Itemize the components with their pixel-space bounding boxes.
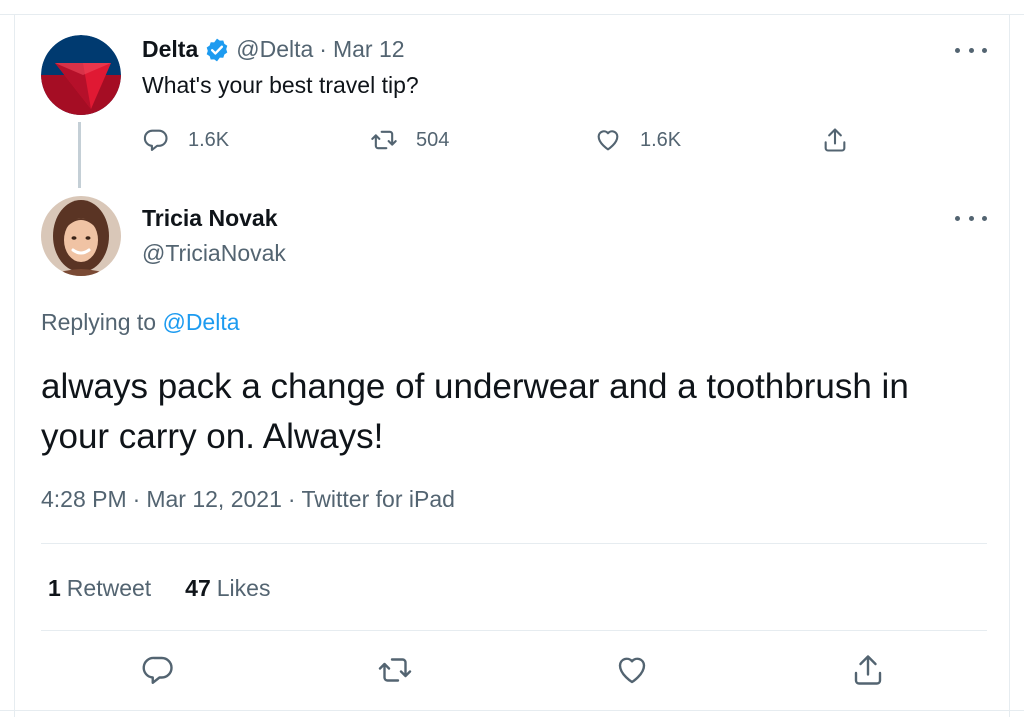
like-button[interactable] xyxy=(614,652,650,688)
retweet-label: Retweet xyxy=(66,575,152,601)
share-icon xyxy=(854,655,882,685)
parent-tweet-text: What's your best travel tip? xyxy=(142,72,419,98)
divider-bottom xyxy=(41,630,987,631)
retweets-stat[interactable]: 1 Retweet xyxy=(48,575,151,602)
main-author-handle[interactable]: @TriciaNovak xyxy=(142,240,286,267)
like-count: 47 xyxy=(185,575,211,601)
reply-icon xyxy=(143,129,168,151)
like-icon xyxy=(618,657,646,684)
header-separator: · xyxy=(319,36,327,62)
retweet-icon xyxy=(371,130,397,150)
parent-author-name[interactable]: Delta xyxy=(142,36,198,63)
tweet-time[interactable]: 4:28 PM xyxy=(41,486,127,512)
meta-separator-2: · xyxy=(287,486,296,512)
engagement-stats: 1 Retweet 47 Likes xyxy=(48,575,304,602)
parent-more-options-icon[interactable] xyxy=(955,40,987,60)
parent-author-handle[interactable]: @Delta xyxy=(236,36,313,63)
parent-tweet-date[interactable]: Mar 12 xyxy=(333,36,405,63)
verified-badge-icon xyxy=(204,37,230,63)
share-button[interactable] xyxy=(850,652,886,688)
frame-right-border xyxy=(1009,14,1010,717)
main-tweet-text: always pack a change of underwear and a … xyxy=(41,367,909,456)
likes-label: Likes xyxy=(216,575,271,601)
divider-top xyxy=(41,543,987,544)
delta-avatar[interactable] xyxy=(41,35,121,115)
replying-to-label: Replying to xyxy=(41,309,157,335)
parent-like-button[interactable]: 1.6K xyxy=(594,126,681,154)
tweet-date[interactable]: Mar 12, 2021 xyxy=(146,486,282,512)
tweet-metadata: 4:28 PM · Mar 12, 2021 · Twitter for iPad xyxy=(41,486,455,513)
parent-reply-count: 1.6K xyxy=(188,128,230,151)
parent-share-button[interactable] xyxy=(821,126,849,154)
delta-logo-icon xyxy=(41,35,121,115)
parent-retweet-button[interactable]: 504 xyxy=(370,126,449,154)
likes-stat[interactable]: 47 Likes xyxy=(185,575,270,602)
profile-photo-icon xyxy=(41,196,121,276)
share-icon xyxy=(824,128,846,152)
parent-retweet-count: 504 xyxy=(416,128,450,151)
tricia-avatar[interactable] xyxy=(41,196,121,276)
main-author-name[interactable]: Tricia Novak xyxy=(142,205,278,232)
meta-separator-1: · xyxy=(132,486,141,512)
frame-top-border xyxy=(0,14,1024,15)
retweet-icon xyxy=(378,658,412,682)
reply-button[interactable] xyxy=(140,652,176,688)
parent-like-count: 1.6K xyxy=(640,128,682,151)
tweet-source[interactable]: Twitter for iPad xyxy=(302,486,455,512)
main-more-options-icon[interactable] xyxy=(955,208,987,228)
main-tweet-header: Tricia Novak xyxy=(142,205,278,232)
frame-left-border xyxy=(14,14,15,717)
retweet-count: 1 xyxy=(48,575,61,601)
retweet-button[interactable] xyxy=(377,652,413,688)
reply-icon xyxy=(142,656,173,684)
thread-connector-line xyxy=(78,122,81,188)
like-icon xyxy=(597,130,619,151)
parent-reply-button[interactable]: 1.6K xyxy=(142,126,229,154)
parent-tweet-header: Delta @Delta · Mar 12 xyxy=(142,36,405,63)
frame-bottom-border xyxy=(0,710,1024,711)
replying-to-mention[interactable]: @Delta xyxy=(162,309,239,335)
replying-to-line: Replying to @Delta xyxy=(41,309,240,336)
